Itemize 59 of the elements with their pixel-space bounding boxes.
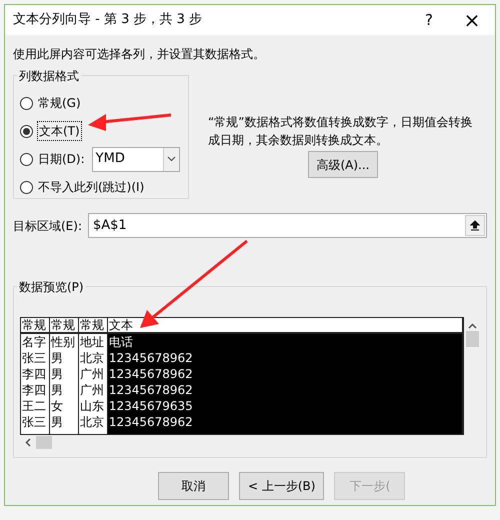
radio-label[interactable]: 日期(D): (37, 150, 86, 168)
preview-cell: 12345678962 (108, 366, 193, 382)
chevron-up-icon (468, 323, 477, 329)
preview-column[interactable]: 名字 张三 李四 李四 王二 张三 (21, 334, 50, 434)
preview-cell: 电话 (108, 334, 133, 350)
preview-cell: 名字 (22, 334, 46, 350)
radio-button[interactable] (20, 96, 33, 110)
preview-cell: 12345679635 (108, 398, 193, 414)
help-button[interactable]: ? (409, 8, 449, 32)
preview-cell: 男 (50, 366, 63, 382)
column-format-header[interactable]: 常规 (21, 318, 50, 332)
radio-button[interactable] (20, 180, 33, 194)
preview-cell: 广州 (80, 366, 104, 382)
radio-button[interactable] (20, 124, 33, 138)
radio-label[interactable]: 文本(T) (37, 121, 82, 141)
scroll-thumb[interactable] (36, 436, 52, 448)
scroll-thumb[interactable] (466, 331, 479, 347)
radio-label[interactable]: 不导入此列(跳过)(I) (37, 178, 146, 196)
preview-column[interactable]: 电话 12345678962 12345678962 12345678962 12345679635 12345678962 (108, 334, 463, 434)
column-format-header[interactable]: 文本 (108, 318, 463, 332)
chevron-down-icon (162, 148, 179, 170)
group-title: 列数据格式 (17, 67, 81, 85)
preview-cell: 女 (50, 398, 63, 414)
column-format-header[interactable]: 常规 (50, 318, 79, 332)
preview-column[interactable]: 地址 北京 广州 广州 山东 北京 (78, 334, 108, 434)
column-format-header[interactable]: 常规 (78, 318, 108, 332)
preview-cell: 男 (50, 414, 63, 430)
dialog-button[interactable]: 取消 (158, 472, 229, 500)
upload-icon[interactable] (465, 215, 485, 236)
preview-cell: 山东 (80, 398, 104, 414)
preview-cell: 李四 (22, 382, 46, 398)
advanced-button[interactable]: 高级(A)... (308, 151, 378, 178)
preview-cell: 地址 (80, 334, 104, 350)
preview-cell: 李四 (22, 366, 46, 382)
window-title: 文本分列向导 - 第 3 步，共 3 步 (13, 11, 204, 30)
preview-cell: 北京 (80, 414, 104, 430)
preview-cell: 12345678962 (108, 350, 193, 366)
instruction-text: 使用此屏内容可选择各列，并设置其数据格式。 (13, 46, 266, 63)
radio-label[interactable]: 常规(G) (37, 94, 82, 112)
preview-cell: 北京 (80, 350, 104, 366)
destination-field[interactable]: $A$1 (88, 213, 487, 238)
preview-column[interactable]: 性别 男 男 男 女 男 (50, 334, 79, 434)
radio-button[interactable] (20, 152, 33, 166)
preview-cell: 王二 (22, 398, 46, 414)
chevron-left-icon (25, 438, 31, 446)
preview-cell: 男 (50, 350, 63, 366)
group-title: 数据预览(P) (17, 278, 86, 296)
preview-cell: 性别 (50, 334, 75, 350)
date-dropdown[interactable]: YMD (92, 146, 180, 172)
dialog-button[interactable]: < 上一步(B) (239, 472, 324, 500)
preview-cell: 男 (50, 382, 63, 398)
preview-cell: 12345678962 (108, 414, 193, 430)
close-button[interactable]: × (449, 10, 495, 30)
preview-cell: 12345678962 (108, 382, 193, 398)
destination-label: 目标区域(E): (13, 218, 83, 234)
preview-cell: 张三 (22, 350, 46, 366)
preview-cell: 广州 (80, 382, 104, 398)
preview-cell: 张三 (22, 414, 46, 430)
format-description: “常规”数据格式将数值转换成数字，日期值会转换成日期，其余数据则转换成文本。 (208, 114, 474, 149)
